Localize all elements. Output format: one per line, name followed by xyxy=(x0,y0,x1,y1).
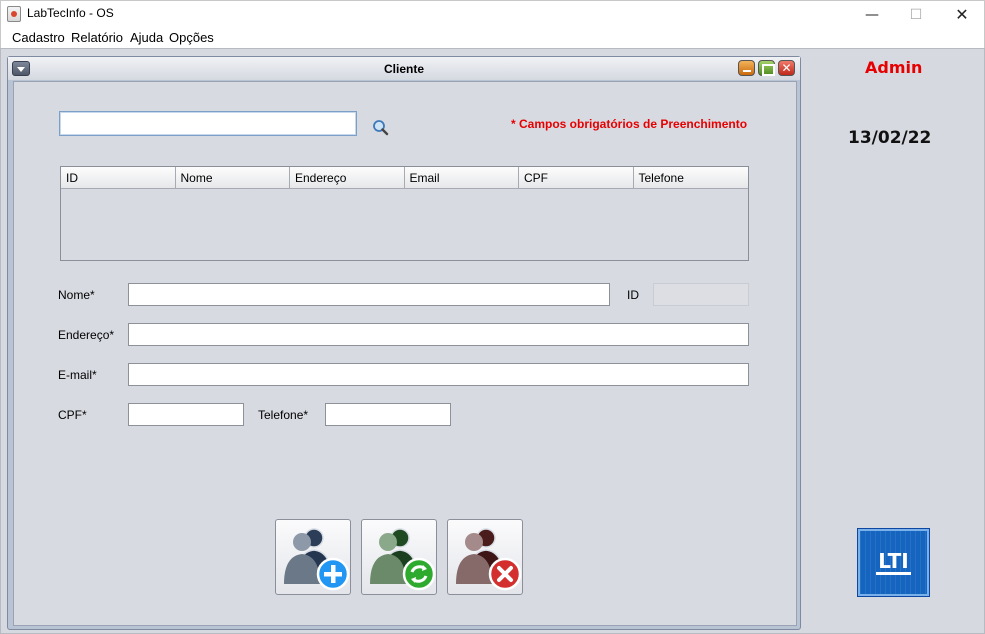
frame-titlebar[interactable]: Cliente ✕ xyxy=(8,57,800,80)
id-field xyxy=(653,283,749,306)
update-user-icon xyxy=(370,528,436,591)
column-endereco[interactable]: Endereço xyxy=(290,167,405,188)
close-button[interactable]: ✕ xyxy=(939,1,985,28)
minimize-button[interactable]: — xyxy=(849,1,895,28)
required-fields-note: * Campos obrigatórios de Preenchimento xyxy=(511,117,748,131)
column-id[interactable]: ID xyxy=(61,167,176,188)
search-input[interactable] xyxy=(59,111,357,136)
cpf-field[interactable] xyxy=(128,403,244,426)
telefone-field[interactable] xyxy=(325,403,451,426)
lti-logo: LTI xyxy=(857,528,930,597)
frame-minimize-button[interactable] xyxy=(738,60,755,76)
cliente-frame: Cliente ✕ * Campos obrigatórios de Preen… xyxy=(7,56,801,630)
menu-bar: Cadastro Relatório Ajuda Opções xyxy=(0,27,985,48)
delete-client-button[interactable] xyxy=(447,519,523,595)
search-icon[interactable] xyxy=(372,119,389,136)
telefone-label: Telefone* xyxy=(258,408,309,422)
frame-content: * Campos obrigatórios de Preenchimento I… xyxy=(13,81,797,626)
menu-ajuda[interactable]: Ajuda xyxy=(130,30,163,45)
endereco-field[interactable] xyxy=(128,323,749,346)
table-header: ID Nome Endereço Email CPF Telefone xyxy=(61,167,748,189)
date-label: 13/02/22 xyxy=(848,128,932,148)
menu-cadastro[interactable]: Cadastro xyxy=(12,30,65,45)
update-client-button[interactable] xyxy=(361,519,437,595)
email-field[interactable] xyxy=(128,363,749,386)
user-label: Admin xyxy=(865,58,923,77)
delete-user-icon xyxy=(456,528,522,591)
cpf-label: CPF* xyxy=(58,408,87,422)
add-user-icon xyxy=(284,528,350,591)
window-titlebar: LabTecInfo - OS — ☐ ✕ xyxy=(0,0,985,27)
column-cpf[interactable]: CPF xyxy=(519,167,634,188)
endereco-label: Endereço* xyxy=(58,328,115,342)
clients-table[interactable]: ID Nome Endereço Email CPF Telefone xyxy=(60,166,749,261)
column-email[interactable]: Email xyxy=(405,167,519,188)
frame-maximize-button[interactable] xyxy=(758,60,775,76)
column-nome[interactable]: Nome xyxy=(176,167,290,188)
add-client-button[interactable] xyxy=(275,519,351,595)
menu-opcoes[interactable]: Opções xyxy=(169,30,214,45)
java-app-icon xyxy=(7,6,21,22)
nome-field[interactable] xyxy=(128,283,610,306)
id-label: ID xyxy=(627,288,639,302)
logo-text: LTI xyxy=(876,549,911,575)
email-label: E-mail* xyxy=(58,368,97,382)
maximize-button[interactable]: ☐ xyxy=(893,1,939,28)
column-telefone[interactable]: Telefone xyxy=(634,167,749,188)
frame-title: Cliente xyxy=(383,62,424,76)
window-title: LabTecInfo - OS xyxy=(27,6,114,20)
frame-close-button[interactable]: ✕ xyxy=(778,60,795,76)
nome-label: Nome* xyxy=(58,288,95,302)
menu-relatorio[interactable]: Relatório xyxy=(71,30,123,45)
